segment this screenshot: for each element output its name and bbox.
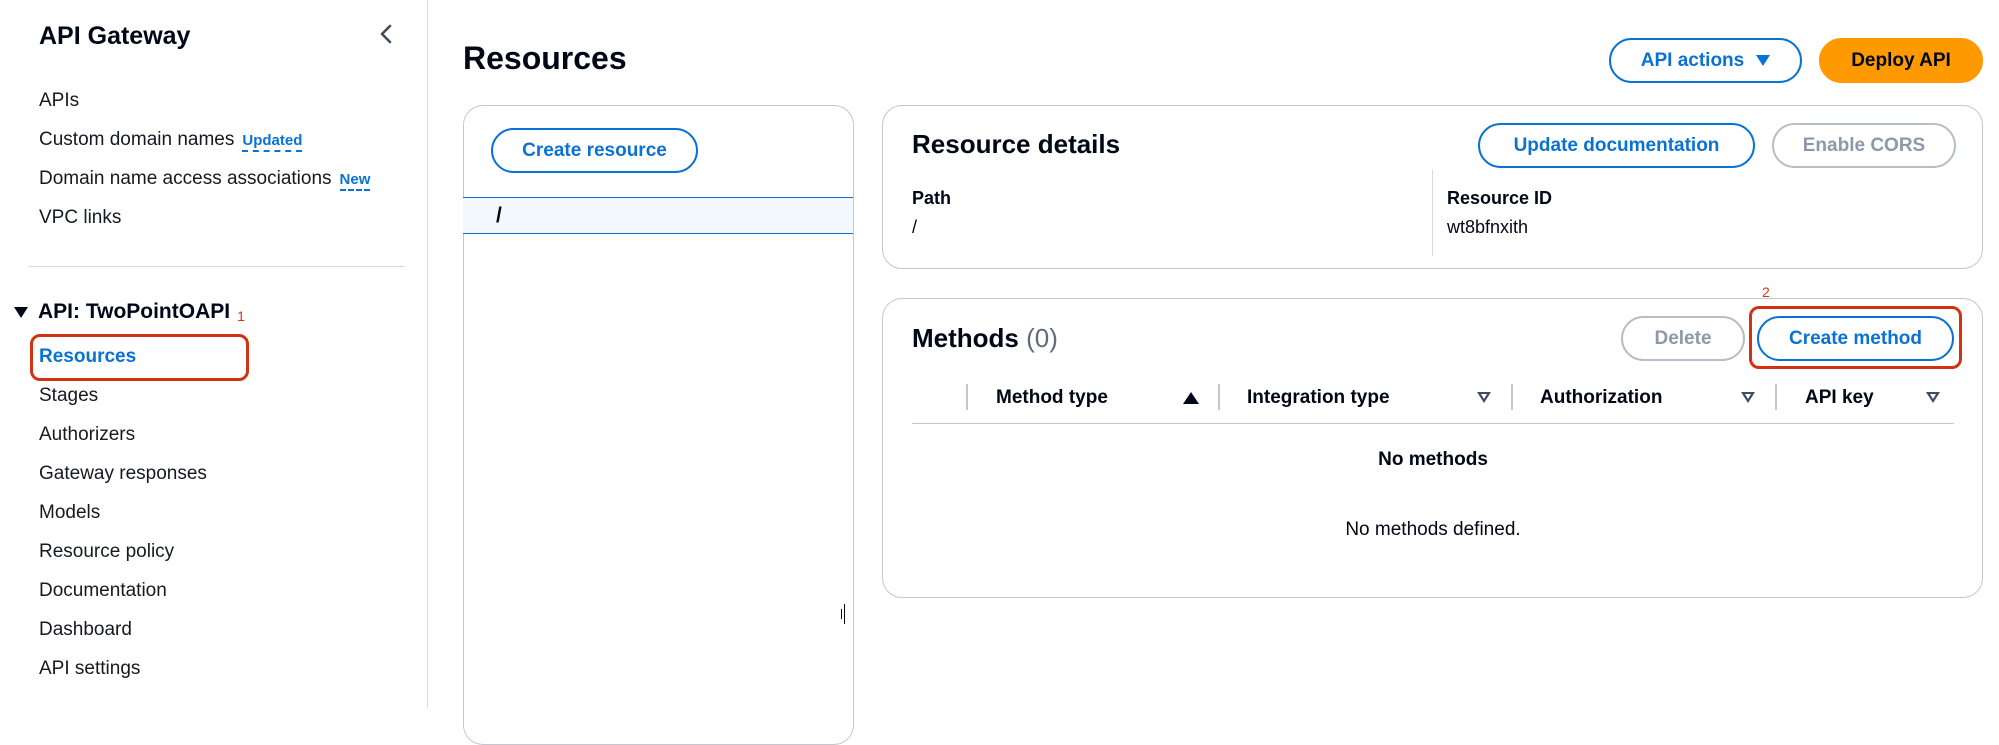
chevron-left-icon (380, 24, 392, 44)
api-section-title: API: TwoPointOAPI (38, 300, 231, 323)
nav-item-models[interactable]: Models (39, 493, 207, 532)
resource-tree-item-root[interactable]: / (463, 197, 853, 234)
details-divider (1432, 170, 1433, 256)
collapse-sidebar-button[interactable] (372, 20, 400, 48)
nav-item-label: Domain name access associations (39, 168, 332, 189)
top-nav-list: APIs Custom domain names Updated Domain n… (39, 81, 371, 237)
sidebar-title[interactable]: API Gateway (39, 22, 190, 51)
column-separator (1511, 384, 1513, 410)
column-header-authorization[interactable]: Authorization (1540, 383, 1662, 413)
nav-item-label: VPC links (39, 207, 122, 228)
sort-icon[interactable] (1741, 392, 1755, 403)
nav-item-apis[interactable]: APIs (39, 81, 370, 120)
nav-item-gateway-responses[interactable]: Gateway responses (39, 454, 207, 493)
caret-down-icon (1756, 55, 1771, 66)
nav-item-label: Custom domain names (39, 129, 235, 150)
sort-icon[interactable] (1926, 392, 1940, 403)
empty-state-title: No methods (1378, 449, 1488, 470)
annotation-highlight-create-method (1749, 306, 1962, 369)
methods-title-text: Methods (912, 323, 1019, 353)
nav-item-domain-name-access-associations[interactable]: Domain name access associations New (39, 159, 371, 198)
nav-item-documentation[interactable]: Documentation (39, 571, 207, 610)
resource-details-title: Resource details (912, 129, 1121, 159)
resource-id-label: Resource ID (1447, 188, 1553, 208)
column-separator (1775, 384, 1777, 410)
nav-item-vpc-links[interactable]: VPC links (39, 198, 370, 237)
api-section-toggle[interactable]: API: TwoPointOAPI 1 (14, 300, 245, 324)
side-navigation: API Gateway APIs Custom domain names Upda… (0, 0, 428, 708)
nav-item-label: Models (39, 502, 101, 523)
nav-item-label: Dashboard (39, 619, 132, 640)
nav-item-dashboard[interactable]: Dashboard (39, 610, 207, 649)
sort-ascending-icon[interactable] (1183, 392, 1199, 404)
column-header-integration-type[interactable]: Integration type (1247, 383, 1390, 413)
api-actions-button[interactable]: API actions (1609, 38, 1802, 83)
column-header-api-key[interactable]: API key (1805, 383, 1874, 413)
column-header-method-type[interactable]: Method type (996, 383, 1108, 413)
column-separator (1218, 384, 1220, 410)
page-title: Resources (463, 40, 627, 76)
updated-badge[interactable]: Updated (242, 132, 303, 152)
resource-path-label: / (496, 203, 502, 227)
enable-cors-button[interactable]: Enable CORS (1772, 123, 1956, 168)
resource-id-value: wt8bfnxith (1447, 217, 1529, 237)
nav-item-label: API settings (39, 658, 141, 679)
table-header-rule (912, 423, 1954, 424)
nav-item-label: Authorizers (39, 424, 136, 445)
nav-item-label: APIs (39, 90, 80, 111)
nav-item-resource-policy[interactable]: Resource policy (39, 532, 207, 571)
nav-item-label: Resource policy (39, 541, 175, 562)
annotation-highlight-resources (30, 334, 249, 381)
nav-item-api-settings[interactable]: API settings (39, 649, 207, 688)
column-separator (966, 384, 968, 410)
deploy-api-button[interactable]: Deploy API (1819, 38, 1983, 83)
nav-item-custom-domain-names[interactable]: Custom domain names Updated (39, 120, 370, 159)
caret-down-icon (14, 306, 28, 318)
nav-item-label: Documentation (39, 580, 167, 601)
create-resource-button[interactable]: Create resource (491, 128, 698, 173)
new-badge[interactable]: New (339, 171, 371, 191)
path-label: Path (912, 188, 952, 208)
nav-item-label: Gateway responses (39, 463, 207, 484)
nav-item-stages[interactable]: Stages (39, 376, 207, 415)
api-actions-label: API actions (1640, 49, 1745, 71)
panel-resize-handle[interactable] (841, 604, 845, 624)
methods-title: Methods (0) (912, 323, 1058, 354)
nav-item-authorizers[interactable]: Authorizers (39, 415, 207, 454)
sidebar-divider (28, 266, 405, 267)
sort-icon[interactable] (1477, 392, 1491, 403)
update-documentation-button[interactable]: Update documentation (1478, 123, 1755, 168)
resize-grip (844, 604, 845, 624)
annotation-number: 2 (1762, 284, 1770, 300)
path-value: / (912, 217, 918, 237)
empty-state-description: No methods defined. (1345, 519, 1521, 540)
api-nav-list: Resources Stages Authorizers Gateway res… (39, 337, 207, 688)
delete-method-button[interactable]: Delete (1621, 316, 1745, 361)
nav-item-label: Stages (39, 385, 99, 406)
resize-grip (841, 609, 842, 619)
annotation-number: 1 (237, 308, 245, 324)
methods-count: (0) (1026, 323, 1058, 353)
